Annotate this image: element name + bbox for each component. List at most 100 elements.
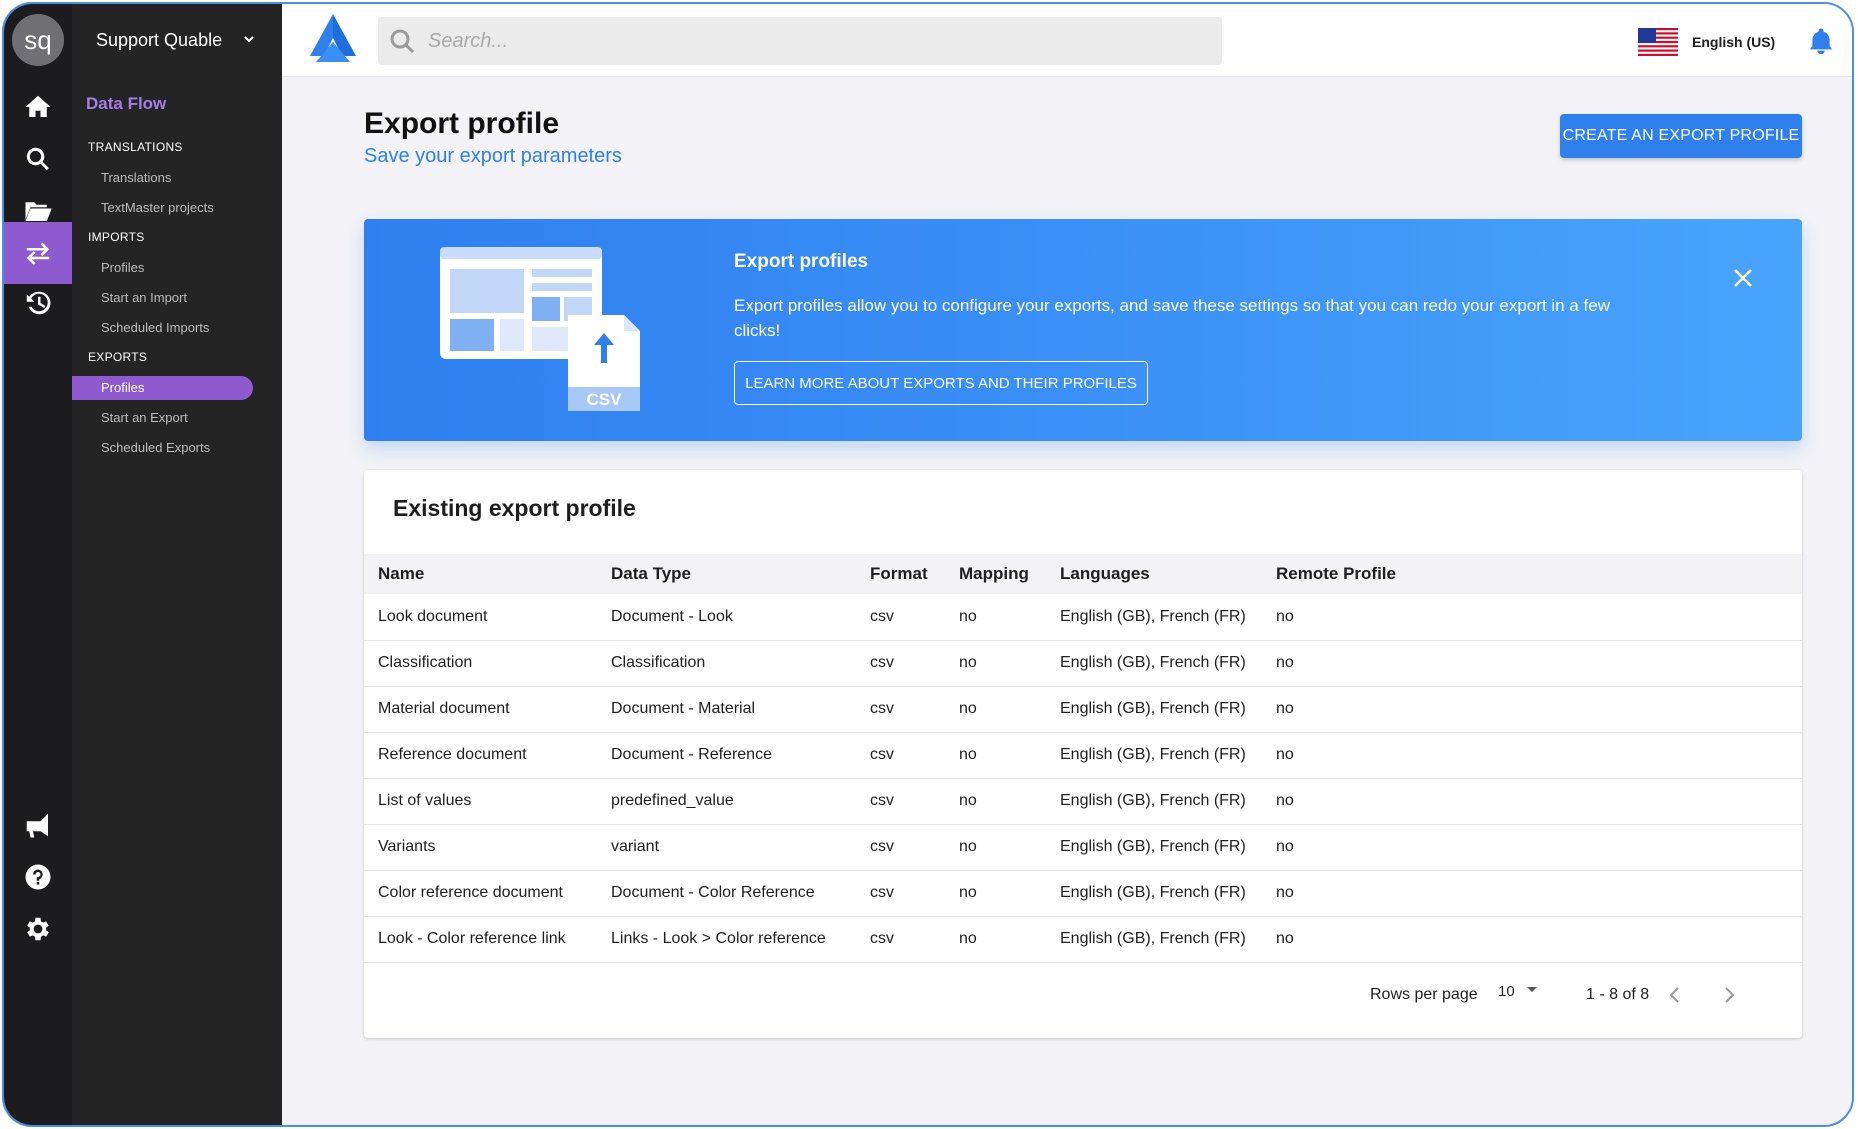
banner-text: Export profiles allow you to configure y…: [734, 296, 1610, 340]
column-header-data-type[interactable]: Data Type: [597, 554, 856, 594]
column-header-mapping[interactable]: Mapping: [945, 554, 1046, 594]
nav-item-scheduled-exports[interactable]: Scheduled Exports: [101, 440, 210, 455]
nav-item-translations[interactable]: Translations: [101, 170, 171, 185]
cell-languages: English (GB), French (FR): [1060, 607, 1246, 625]
nav-item-import-profiles[interactable]: Profiles: [101, 260, 144, 275]
cell-remote-profile: no: [1276, 838, 1294, 855]
chevron-right-icon[interactable]: [1718, 984, 1740, 1006]
cell-name: Look - Color reference link: [378, 930, 566, 947]
nav-item-export-profiles[interactable]: Profiles: [72, 376, 253, 400]
cell-format: csv: [870, 792, 894, 809]
table-row[interactable]: Material document Document - Material cs…: [364, 686, 1802, 732]
chevron-down-icon[interactable]: [242, 32, 256, 46]
table-row[interactable]: Look document Document - Look csv no Eng…: [364, 594, 1802, 640]
cell-languages: English (GB), French (FR): [1060, 654, 1246, 671]
cell-data-type: Links - Look > Color reference: [611, 930, 826, 947]
learn-more-button[interactable]: LEARN MORE ABOUT EXPORTS AND THEIR PROFI…: [734, 361, 1148, 405]
rows-per-page-select[interactable]: 10: [1498, 983, 1515, 1000]
card-title: Existing export profile: [393, 495, 636, 521]
cell-languages: English (GB), French (FR): [1060, 884, 1246, 901]
language-selector[interactable]: English (US): [1692, 34, 1775, 50]
table-row[interactable]: List of values predefined_value csv no E…: [364, 778, 1802, 824]
column-header-remote-profile[interactable]: Remote Profile: [1262, 554, 1802, 594]
cell-languages: English (GB), French (FR): [1060, 792, 1246, 809]
nav-group-translations: TRANSLATIONS: [88, 140, 183, 154]
cell-remote-profile: no: [1276, 700, 1294, 717]
nav-item-scheduled-imports[interactable]: Scheduled Imports: [101, 320, 209, 335]
cell-mapping: no: [959, 930, 977, 947]
cell-data-type: variant: [611, 838, 660, 855]
column-header-format[interactable]: Format: [856, 554, 945, 594]
section-nav: Support Quable Data Flow TRANSLATIONS Tr…: [72, 4, 282, 1125]
nav-item-textmaster-projects[interactable]: TextMaster projects: [101, 200, 214, 215]
nav-section-title: Data Flow: [86, 94, 167, 113]
org-switcher[interactable]: Support Quable: [96, 30, 222, 51]
cell-remote-profile: no: [1276, 607, 1294, 625]
nav-item-start-import[interactable]: Start an Import: [101, 290, 187, 305]
cell-name: Variants: [378, 838, 436, 855]
gear-icon[interactable]: [4, 898, 72, 960]
cell-data-type: Document - Reference: [611, 746, 772, 763]
bell-icon[interactable]: [1806, 26, 1836, 58]
history-icon[interactable]: [4, 272, 72, 334]
nav-group-exports: EXPORTS: [88, 350, 148, 364]
table-row[interactable]: Variants variant csv no English (GB), Fr…: [364, 824, 1802, 870]
cell-format: csv: [870, 654, 894, 671]
csv-label: CSV: [587, 390, 623, 409]
cell-data-type: predefined_value: [611, 792, 734, 809]
close-icon[interactable]: [1732, 267, 1754, 289]
cell-languages: English (GB), French (FR): [1060, 838, 1246, 855]
table-row[interactable]: Classification Classification csv no Eng…: [364, 640, 1802, 686]
top-bar: English (US): [282, 4, 1852, 77]
cell-mapping: no: [959, 838, 977, 855]
cell-mapping: no: [959, 792, 977, 809]
export-illustration-icon: CSV: [440, 247, 640, 411]
chevron-left-icon[interactable]: [1664, 984, 1686, 1006]
nav-item-start-export[interactable]: Start an Export: [101, 410, 188, 425]
cell-mapping: no: [959, 700, 977, 717]
cell-format: csv: [870, 607, 894, 625]
cell-name: List of values: [378, 792, 472, 809]
info-banner: CSV Export profiles Export profiles allo…: [364, 219, 1802, 441]
nav-group-imports: IMPORTS: [88, 230, 145, 244]
banner-title: Export profiles: [734, 251, 869, 272]
table-row[interactable]: Look - Color reference link Links - Look…: [364, 916, 1802, 962]
page-title: Export profile: [364, 107, 560, 140]
cell-data-type: Document - Material: [611, 700, 756, 717]
page-range: 1 - 8 of 8: [1586, 986, 1650, 1003]
column-header-languages[interactable]: Languages: [1046, 554, 1262, 594]
profiles-table: Name Data Type Format Mapping Languages …: [364, 554, 1802, 963]
cell-mapping: no: [959, 654, 977, 671]
cell-name: Look document: [378, 607, 488, 625]
cell-name: Classification: [378, 654, 473, 671]
cell-remote-profile: no: [1276, 654, 1294, 671]
search-input[interactable]: [428, 25, 1188, 57]
profiles-card: Existing export profile Name Data Type F…: [364, 470, 1802, 1038]
icon-rail: sq: [4, 4, 72, 1125]
cell-languages: English (GB), French (FR): [1060, 700, 1246, 717]
page-subtitle: Save your export parameters: [364, 145, 622, 167]
cell-languages: English (GB), French (FR): [1060, 930, 1246, 947]
cell-format: csv: [870, 700, 894, 717]
cell-format: csv: [870, 838, 894, 855]
table-row[interactable]: Color reference document Document - Colo…: [364, 870, 1802, 916]
app-window: sq Support Quable Data Flow TRANSLATIONS…: [2, 2, 1854, 1127]
cell-mapping: no: [959, 884, 977, 901]
table-row[interactable]: Reference document Document - Reference …: [364, 732, 1802, 778]
cell-format: csv: [870, 746, 894, 763]
create-export-profile-button[interactable]: CREATE AN EXPORT PROFILE: [1560, 114, 1802, 158]
cell-format: csv: [870, 930, 894, 947]
avatar[interactable]: sq: [12, 14, 64, 66]
column-header-name[interactable]: Name: [364, 554, 597, 594]
rows-per-page-label: Rows per page: [1370, 986, 1478, 1003]
caret-down-icon[interactable]: [1524, 981, 1540, 997]
table-header-row: Name Data Type Format Mapping Languages …: [364, 554, 1802, 594]
quable-logo[interactable]: [304, 12, 362, 64]
cell-name: Color reference document: [378, 884, 563, 901]
cell-name: Material document: [378, 700, 510, 717]
us-flag-icon[interactable]: [1638, 28, 1678, 56]
search-icon: [388, 27, 416, 55]
cell-remote-profile: no: [1276, 930, 1294, 947]
cell-remote-profile: no: [1276, 746, 1294, 763]
cell-data-type: Document - Color Reference: [611, 884, 815, 901]
